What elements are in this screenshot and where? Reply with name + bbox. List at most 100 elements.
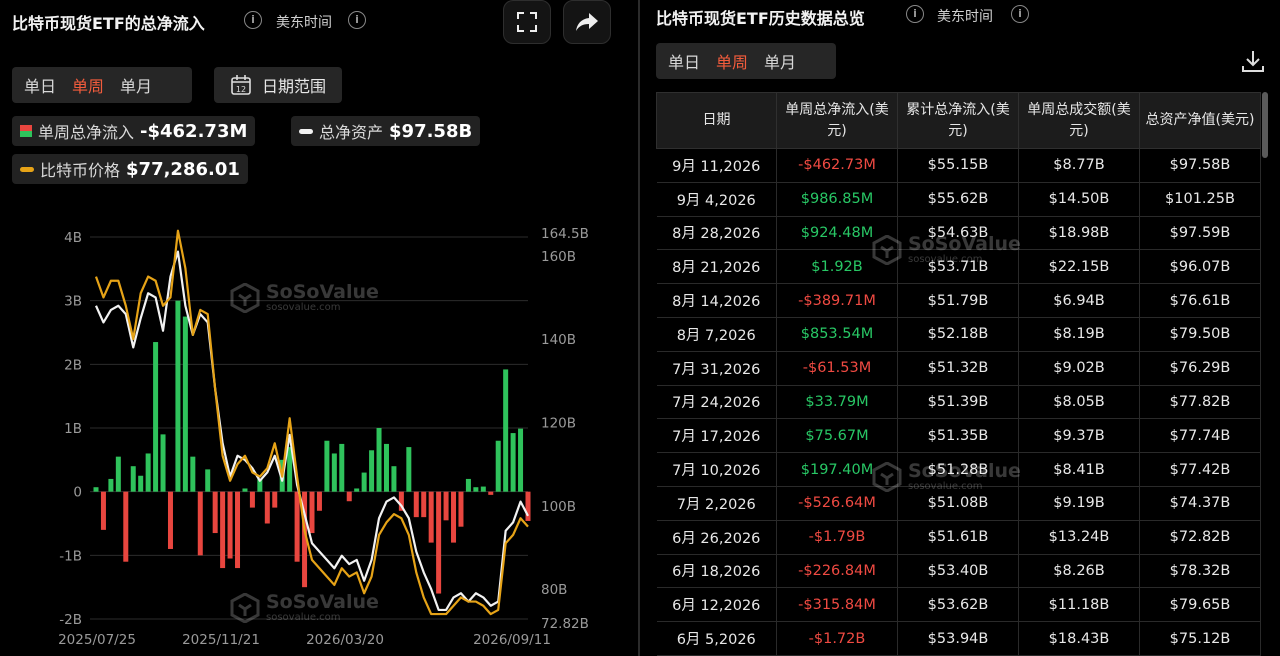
legend-flow[interactable]: 单周总净流入 -$462.73M: [12, 116, 256, 146]
y-left-tick: 4B: [64, 230, 82, 246]
cell-volume: $8.26B: [1018, 553, 1140, 589]
flow-bar: [93, 487, 99, 492]
cell-nav: $74.37B: [1139, 485, 1261, 521]
cell-date: 6月 5,2026: [656, 621, 777, 656]
date-range-button[interactable]: 12 日期范围: [214, 67, 343, 103]
cell-nav: $101.25B: [1139, 181, 1261, 217]
watermark: SoSoValue sosovalue.com: [872, 461, 1021, 493]
share-icon: [576, 13, 598, 31]
flow-bar: [324, 440, 330, 492]
cell-date: 9月 11,2026: [656, 148, 777, 183]
flow-bar: [518, 428, 524, 492]
cell-weekly-flow: $75.67M: [776, 418, 898, 454]
history-panel: 比特币现货ETF历史数据总览 i 美东时间 i 单日 单周 单月 日期 单周总净…: [640, 0, 1280, 656]
y-left-tick: 0: [73, 485, 82, 501]
history-table: 日期 单周总净流入(美元) 累计总净流入(美元) 单周总成交额(美元) 总资产净…: [656, 92, 1264, 656]
flow-bar: [369, 450, 375, 492]
flow-bar: [480, 486, 486, 492]
cell-volume: $22.15B: [1018, 249, 1140, 285]
col-nav[interactable]: 总资产净值(美元): [1139, 92, 1261, 149]
flow-bar: [108, 478, 114, 492]
flow-bar: [525, 491, 531, 521]
cell-nav: $76.61B: [1139, 283, 1261, 318]
cell-date: 7月 2,2026: [656, 485, 777, 521]
chart-title: 比特币现货ETF的总净流入: [12, 14, 205, 33]
flow-bar: [294, 491, 300, 562]
table-row[interactable]: 6月 26,2026 -$1.79B $51.61B $13.24B $72.82B: [656, 519, 1261, 555]
table-row[interactable]: 8月 7,2026 $853.54M $52.18B $8.19B $79.50B: [656, 316, 1261, 352]
legend-assets[interactable]: 总净资产 $97.58B: [291, 116, 481, 146]
cell-weekly-flow: -$315.84M: [776, 587, 898, 623]
cell-cum-flow: $51.35B: [897, 418, 1019, 454]
watermark-name: SoSoValue: [908, 460, 1021, 482]
y-right-tick: 140B: [541, 332, 576, 348]
table-row[interactable]: 7月 24,2026 $33.79M $51.39B $8.05B $77.82B: [656, 384, 1261, 420]
flow-bar: [488, 491, 494, 495]
info-icon[interactable]: i: [1011, 5, 1029, 23]
col-weekly-flow[interactable]: 单周总净流入(美元): [776, 92, 898, 149]
flow-bar: [495, 440, 501, 492]
info-icon[interactable]: i: [348, 11, 366, 29]
y-right-tick: 80B: [541, 582, 567, 598]
cell-nav: $79.65B: [1139, 587, 1261, 623]
col-date[interactable]: 日期: [656, 92, 777, 149]
cell-cum-flow: $51.79B: [897, 283, 1019, 318]
cell-volume: $18.98B: [1018, 215, 1140, 251]
cell-weekly-flow: -$226.84M: [776, 553, 898, 589]
download-icon[interactable]: [1240, 48, 1266, 74]
table-scrollbar[interactable]: [1262, 92, 1268, 158]
y-left-tick: 1B: [64, 421, 82, 437]
flow-bar: [175, 300, 181, 492]
cell-nav: $78.32B: [1139, 553, 1261, 589]
tab-weekly[interactable]: 单周: [708, 49, 756, 73]
fullscreen-button[interactable]: [503, 0, 551, 44]
calendar-icon: 12: [231, 75, 251, 95]
tab-monthly[interactable]: 单月: [112, 73, 160, 97]
flow-bar: [220, 491, 226, 569]
table-row[interactable]: 6月 12,2026 -$315.84M $53.62B $11.18B $79.65B: [656, 587, 1261, 623]
tab-weekly[interactable]: 单周: [64, 73, 112, 97]
flow-bar: [160, 434, 166, 492]
tab-daily[interactable]: 单日: [16, 73, 64, 97]
table-row[interactable]: 7月 17,2026 $75.67M $51.35B $9.37B $77.74B: [656, 418, 1261, 454]
watermark-url: sosovalue.com: [266, 612, 341, 623]
legend-price-value: $77,286.01: [126, 158, 240, 180]
legend-price-label: 比特币价格: [40, 161, 121, 180]
y-right-tick: 72.82B: [541, 616, 589, 632]
watermark-name: SoSoValue: [266, 281, 379, 303]
cell-weekly-flow: -$389.71M: [776, 283, 898, 318]
table-row[interactable]: 6月 5,2026 -$1.72B $53.94B $18.43B $75.12B: [656, 621, 1261, 656]
tab-daily[interactable]: 单日: [660, 49, 708, 73]
table-row[interactable]: 9月 4,2026 $986.85M $55.62B $14.50B $101.25B: [656, 181, 1261, 217]
legend-price[interactable]: 比特币价格 $77,286.01: [12, 154, 248, 184]
cell-cum-flow: $53.40B: [897, 553, 1019, 589]
flow-bar: [242, 488, 248, 492]
flow-bar: [205, 469, 211, 492]
flow-bar: [391, 466, 397, 492]
table-row[interactable]: 8月 14,2026 -$389.71M $51.79B $6.94B $76.61B: [656, 283, 1261, 318]
y-left-tick: -1B: [59, 548, 82, 564]
flow-bar: [316, 491, 322, 511]
legend-assets-label: 总净资产: [319, 123, 384, 142]
share-button[interactable]: [563, 0, 611, 44]
cell-volume: $14.50B: [1018, 181, 1140, 217]
flow-bar: [383, 443, 389, 492]
table-header-row: 日期 单周总净流入(美元) 累计总净流入(美元) 单周总成交额(美元) 总资产净…: [656, 92, 1261, 149]
cell-cum-flow: $55.62B: [897, 181, 1019, 217]
timezone-label: 美东时间: [937, 9, 993, 25]
tab-monthly[interactable]: 单月: [756, 49, 804, 73]
col-volume[interactable]: 单周总成交额(美元): [1018, 92, 1140, 149]
cell-cum-flow: $52.18B: [897, 316, 1019, 352]
cell-date: 8月 7,2026: [656, 316, 777, 352]
col-cum-flow[interactable]: 累计总净流入(美元): [897, 92, 1019, 149]
watermark-url: sosovalue.com: [908, 254, 983, 265]
info-icon[interactable]: i: [244, 11, 262, 29]
table-row[interactable]: 6月 18,2026 -$226.84M $53.40B $8.26B $78.32B: [656, 553, 1261, 589]
table-row[interactable]: 7月 31,2026 -$61.53M $51.32B $9.02B $76.29B: [656, 350, 1261, 386]
x-tick: 2025/07/25: [58, 632, 136, 648]
cell-cum-flow: $51.61B: [897, 519, 1019, 555]
info-icon[interactable]: i: [906, 5, 924, 23]
flow-bar: [346, 491, 352, 502]
table-row[interactable]: 9月 11,2026 -$462.73M $55.15B $8.77B $97.58B: [656, 148, 1261, 183]
y-right-tick: 164.5B: [541, 226, 589, 242]
